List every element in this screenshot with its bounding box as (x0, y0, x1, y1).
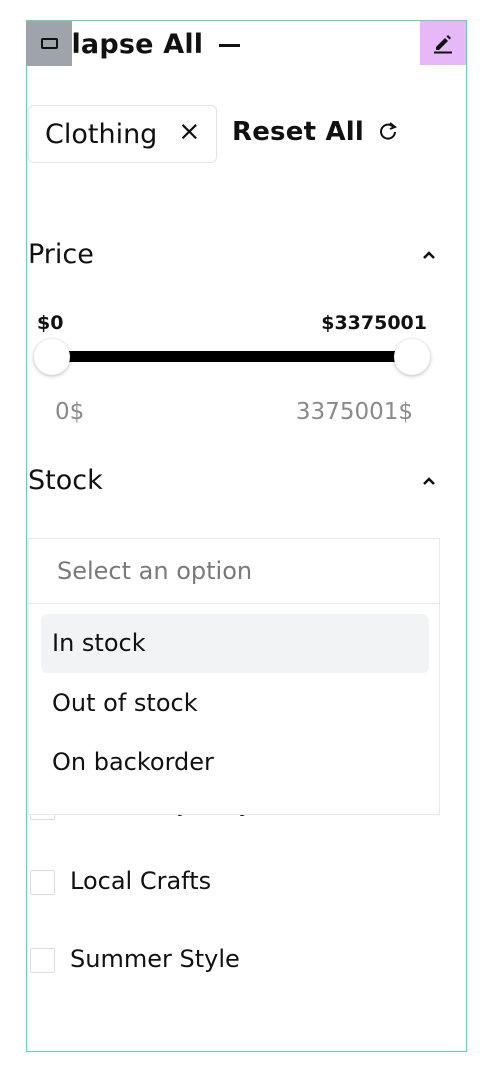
stock-dropdown-menu: In stock Out of stock On backorder (28, 603, 440, 815)
stock-option-out-of-stock[interactable]: Out of stock (41, 674, 429, 733)
checkbox[interactable] (30, 948, 55, 973)
panel-toggle-button[interactable] (26, 21, 72, 66)
price-slider-min-handle[interactable] (34, 339, 70, 375)
price-min-label: $0 (37, 312, 64, 334)
select-placeholder: Select an option (57, 557, 253, 585)
price-slider-track[interactable] (52, 351, 412, 362)
checkbox-label: Local Crafts (70, 867, 212, 895)
price-range-max: 3375001$ (295, 399, 413, 425)
checkbox-label: Summer Style (70, 945, 240, 973)
collapse-all-button[interactable]: llapse All (62, 29, 203, 60)
edit-button[interactable] (420, 21, 466, 65)
window-icon (41, 38, 58, 49)
price-max-label: $3375001 (321, 312, 427, 334)
price-section-title[interactable]: Price (28, 239, 94, 270)
stock-select[interactable]: Select an option (28, 538, 440, 604)
active-filter-chip[interactable]: Clothing × (28, 105, 217, 163)
minus-icon (219, 44, 240, 47)
checkbox[interactable] (30, 870, 55, 895)
stock-option-on-backorder[interactable]: On backorder (41, 733, 429, 792)
pencil-icon (434, 35, 452, 54)
chevron-up-icon[interactable] (421, 248, 437, 262)
stock-section-title[interactable]: Stock (28, 465, 103, 496)
filter-panel-frame (26, 20, 467, 1052)
stock-option-in-stock[interactable]: In stock (41, 614, 429, 673)
close-icon[interactable]: × (178, 118, 201, 145)
chevron-up-icon[interactable] (421, 474, 437, 488)
reset-all-button[interactable]: Reset All (232, 117, 364, 147)
refresh-icon[interactable] (377, 120, 399, 142)
price-slider-max-handle[interactable] (394, 339, 430, 375)
chip-label: Clothing (45, 119, 158, 150)
price-range-min: 0$ (55, 399, 85, 425)
